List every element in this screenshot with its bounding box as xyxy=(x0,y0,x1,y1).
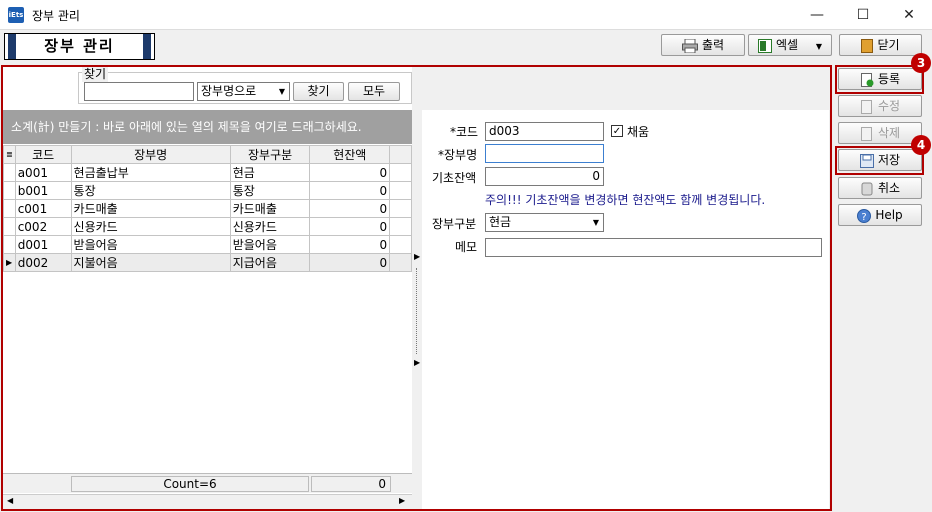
chevron-down-icon: ▼ xyxy=(815,42,823,51)
banner-right-bar xyxy=(143,34,151,59)
app-icon: iEts xyxy=(8,7,24,23)
page-title: 장부 관리 xyxy=(4,33,155,60)
close-button[interactable]: 닫기 xyxy=(839,34,922,56)
title-bar: iEts 장부 관리 — ☐ ✕ xyxy=(0,0,932,30)
maximize-button[interactable]: ☐ xyxy=(840,0,886,30)
cancel-label: 취소 xyxy=(877,181,901,195)
edit-button[interactable]: 수정 xyxy=(838,95,922,117)
close-window-button[interactable]: ✕ xyxy=(886,0,932,30)
step-badge-4: 4 xyxy=(911,135,931,155)
excel-dropdown-button[interactable]: 엑셀 ▼ xyxy=(748,34,832,56)
print-label: 출력 xyxy=(701,38,725,52)
help-button[interactable]: ? Help xyxy=(838,204,922,226)
minimize-button[interactable]: — xyxy=(794,0,840,30)
window-title: 장부 관리 xyxy=(32,9,80,23)
close-label: 닫기 xyxy=(877,38,900,52)
step-badge-3: 3 xyxy=(911,53,931,73)
excel-icon xyxy=(757,38,772,53)
page-title-text: 장부 관리 xyxy=(44,37,115,55)
delete-label: 삭제 xyxy=(877,126,901,140)
excel-label: 엑셀 xyxy=(775,38,799,52)
save-highlight xyxy=(835,146,924,175)
door-icon xyxy=(861,38,874,53)
register-highlight xyxy=(835,65,924,94)
svg-text:?: ? xyxy=(862,212,867,223)
print-button[interactable]: 출력 xyxy=(661,34,745,56)
cancel-icon xyxy=(861,182,873,195)
edit-icon xyxy=(860,99,872,114)
work-area-highlight xyxy=(1,65,832,511)
cancel-button[interactable]: 취소 xyxy=(838,177,922,199)
help-icon: ? xyxy=(857,208,872,223)
printer-icon xyxy=(681,38,698,53)
help-label: Help xyxy=(875,208,903,222)
delete-icon xyxy=(860,126,872,141)
edit-label: 수정 xyxy=(877,99,901,113)
delete-button[interactable]: 삭제 xyxy=(838,122,922,144)
banner-left-bar xyxy=(8,34,16,59)
